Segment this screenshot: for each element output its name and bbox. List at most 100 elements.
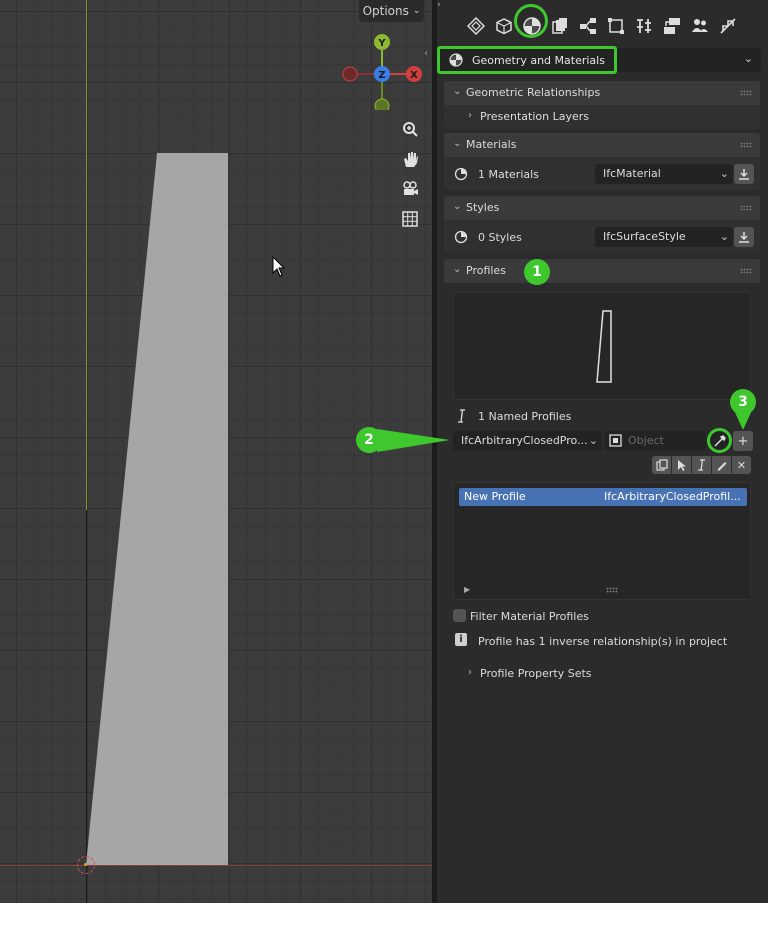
chevron-down-icon: ⌄ xyxy=(719,167,729,180)
select-cursor-icon xyxy=(677,460,686,471)
plus-icon: + xyxy=(737,433,749,449)
chevron-down-icon: ⌄ xyxy=(719,230,729,243)
camera-icon[interactable] xyxy=(397,176,423,202)
users-icon[interactable] xyxy=(688,14,712,38)
text-cursor-icon xyxy=(697,459,705,471)
material-icon xyxy=(454,167,468,181)
object-placeholder: Object xyxy=(628,434,664,447)
drag-handle-icon[interactable] xyxy=(740,268,752,274)
select-profile-button[interactable] xyxy=(672,456,691,474)
profile-preview xyxy=(453,292,751,400)
chevron-down-icon: ⌄ xyxy=(588,434,598,447)
options-button[interactable]: Options ⌄ xyxy=(359,0,424,22)
context-select-row: Geometry and Materials ⌄ xyxy=(437,46,768,74)
badge-number: 1 xyxy=(532,264,542,280)
materials-count: 1 Materials xyxy=(478,168,539,181)
zoom-icon[interactable] xyxy=(397,116,423,142)
subpanel-title: Presentation Layers xyxy=(480,110,589,123)
resize-handle-icon[interactable] xyxy=(606,587,618,593)
dropdown-value: IfcArbitraryClosedPro... xyxy=(461,434,588,447)
annotation-badge-3: 3 xyxy=(730,389,756,415)
mouse-cursor-icon xyxy=(272,256,286,277)
load-material-button[interactable] xyxy=(734,164,754,184)
navigation-gizmo[interactable]: Y Z X xyxy=(338,30,428,110)
chevron-right-icon: › xyxy=(468,667,472,678)
chevron-left-icon[interactable]: ‹ xyxy=(424,48,432,62)
chevron-down-icon: ⌄ xyxy=(743,52,753,65)
object-square-icon xyxy=(609,434,622,447)
badge-number: 2 xyxy=(364,432,374,448)
panel-header[interactable]: ⌄ Profiles xyxy=(444,259,760,283)
tool-icon[interactable] xyxy=(464,14,488,38)
chevron-down-icon: ⌄ xyxy=(453,138,462,149)
profile-property-sets-subpanel[interactable]: › Profile Property Sets xyxy=(437,662,753,686)
profile-list[interactable]: New Profile IfcArbitraryClosedProfil... … xyxy=(453,482,751,600)
chevron-down-icon: ⌄ xyxy=(453,86,462,97)
hand-pan-icon[interactable] xyxy=(397,146,423,172)
info-icon: i xyxy=(455,633,467,646)
panel-title: Geometric Relationships xyxy=(466,86,601,99)
options-label: Options xyxy=(362,4,409,18)
profile-preview-shape xyxy=(596,310,612,383)
eyedropper-highlight-ring xyxy=(707,428,732,453)
copy-profile-button[interactable] xyxy=(652,456,671,474)
gizmo-x-label: X xyxy=(410,70,418,81)
chevron-right-icon: › xyxy=(468,110,472,121)
rename-profile-button[interactable] xyxy=(692,456,711,474)
drag-handle-icon[interactable] xyxy=(740,205,752,211)
gizmo-z-label: Z xyxy=(378,70,385,81)
network-icon[interactable] xyxy=(576,14,600,38)
panel-header[interactable]: ⌄ Geometric Relationships xyxy=(444,81,760,105)
edit-profile-button[interactable] xyxy=(712,456,731,474)
stack-icon[interactable] xyxy=(660,14,684,38)
download-icon xyxy=(739,232,749,243)
structure-icon[interactable] xyxy=(632,14,656,38)
material-type-dropdown[interactable]: IfcMaterial ⌄ xyxy=(595,164,733,184)
styles-count: 0 Styles xyxy=(478,231,522,244)
drag-handle-icon[interactable] xyxy=(740,90,752,96)
properties-tab-bar xyxy=(437,4,768,40)
object-field[interactable]: Object xyxy=(604,431,706,451)
bounding-icon[interactable] xyxy=(604,14,628,38)
load-style-button[interactable] xyxy=(734,227,754,247)
presentation-layers-subpanel[interactable]: › Presentation Layers xyxy=(444,105,760,129)
panel-title: Profiles xyxy=(466,264,506,277)
grid-icon[interactable] xyxy=(397,206,423,232)
object-icon[interactable] xyxy=(492,14,516,38)
chevron-down-icon: ⌄ xyxy=(453,264,462,275)
chevron-down-icon: ⌄ xyxy=(453,201,462,212)
inverse-relationship-info: Profile has 1 inverse relationship(s) in… xyxy=(478,635,728,648)
annotation-badge-1: 1 xyxy=(524,259,550,285)
chevron-down-icon: ⌄ xyxy=(412,6,421,16)
copy-icon xyxy=(655,459,668,471)
expand-triangle-icon[interactable]: ▶ xyxy=(464,585,470,594)
style-icon xyxy=(454,230,468,244)
panel-header[interactable]: ⌄ Styles xyxy=(444,196,760,220)
geometric-relationships-panel: ⌄ Geometric Relationships › Presentation… xyxy=(444,81,760,129)
remove-profile-button[interactable]: ✕ xyxy=(732,456,751,474)
list-item[interactable]: New Profile IfcArbitraryClosedProfil... xyxy=(459,488,747,506)
close-icon: ✕ xyxy=(736,458,747,472)
drag-handle-icon[interactable] xyxy=(740,142,752,148)
filter-material-profiles-label: Filter Material Profiles xyxy=(470,610,589,623)
profile-type-dropdown[interactable]: IfcArbitraryClosedPro... ⌄ xyxy=(453,431,602,451)
panel-title: Styles xyxy=(466,201,500,214)
styles-panel: ⌄ Styles 0 Styles IfcSurfaceStyle ⌄ xyxy=(444,196,760,253)
style-type-dropdown[interactable]: IfcSurfaceStyle ⌄ xyxy=(595,227,733,247)
link-icon[interactable] xyxy=(716,14,740,38)
dropdown-value: IfcSurfaceStyle xyxy=(603,230,686,243)
filter-material-profiles-checkbox[interactable] xyxy=(453,609,466,622)
layers-icon[interactable] xyxy=(548,14,572,38)
add-profile-button[interactable]: + xyxy=(733,431,753,451)
panel-header[interactable]: ⌄ Materials xyxy=(444,133,760,157)
profile-type: IfcArbitraryClosedProfil... xyxy=(604,490,741,503)
dropdown-value: IfcMaterial xyxy=(603,167,661,180)
text-cursor-icon xyxy=(458,409,465,423)
materials-panel: ⌄ Materials 1 Materials IfcMaterial ⌄ xyxy=(444,133,760,190)
badge-number: 3 xyxy=(738,394,748,410)
gizmo-y-label: Y xyxy=(377,38,386,49)
download-icon xyxy=(739,169,749,180)
chevron-right-icon[interactable]: › xyxy=(437,0,441,10)
profile-name: New Profile xyxy=(464,490,526,503)
3d-cursor-origin xyxy=(77,856,95,874)
